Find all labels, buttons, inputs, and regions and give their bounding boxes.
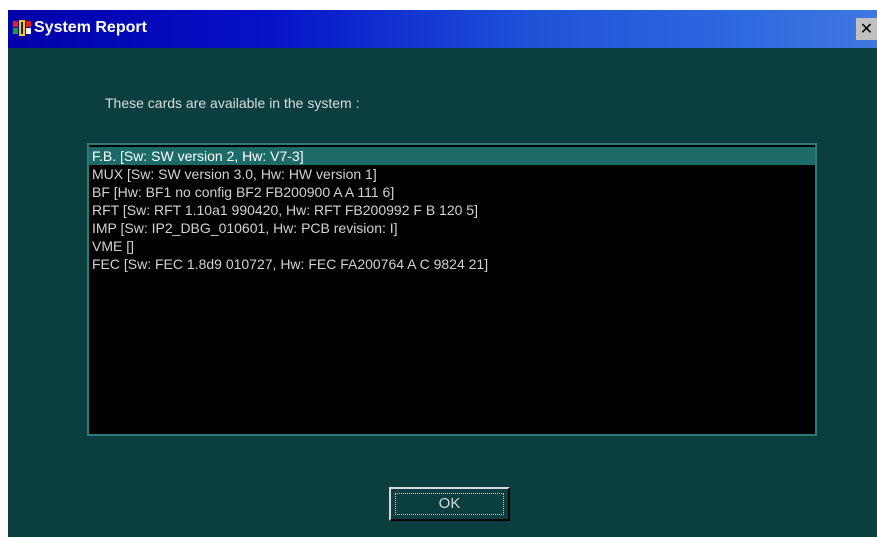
- card-list-item[interactable]: F.B. [Sw: SW version 2, Hw: V7-3]: [89, 147, 815, 165]
- card-list-item[interactable]: FEC [Sw: FEC 1.8d9 010727, Hw: FEC FA200…: [89, 255, 815, 273]
- card-list-item[interactable]: VME []: [89, 237, 815, 255]
- cards-listbox[interactable]: F.B. [Sw: SW version 2, Hw: V7-3] MUX [S…: [87, 143, 817, 436]
- cards-prompt-label: These cards are available in the system …: [105, 95, 360, 111]
- card-list-item[interactable]: MUX [Sw: SW version 3.0, Hw: HW version …: [89, 165, 815, 183]
- close-button[interactable]: ✕: [856, 18, 877, 40]
- card-list-item[interactable]: BF [Hw: BF1 no config BF2 FB200900 A A 1…: [89, 183, 815, 201]
- close-icon: ✕: [859, 19, 874, 38]
- card-list-item[interactable]: RFT [Sw: RFT 1.10a1 990420, Hw: RFT FB20…: [89, 201, 815, 219]
- title-bar[interactable]: System Report ✕: [8, 10, 877, 48]
- ok-button-label: OK: [438, 495, 461, 512]
- dialog-title: System Report: [34, 19, 147, 36]
- card-list-item[interactable]: IMP [Sw: IP2_DBG_010601, Hw: PCB revisio…: [89, 219, 815, 237]
- system-report-dialog: System Report ✕ These cards are availabl…: [8, 10, 877, 537]
- ok-button[interactable]: OK: [389, 487, 510, 521]
- card-chip-icon: [12, 19, 32, 37]
